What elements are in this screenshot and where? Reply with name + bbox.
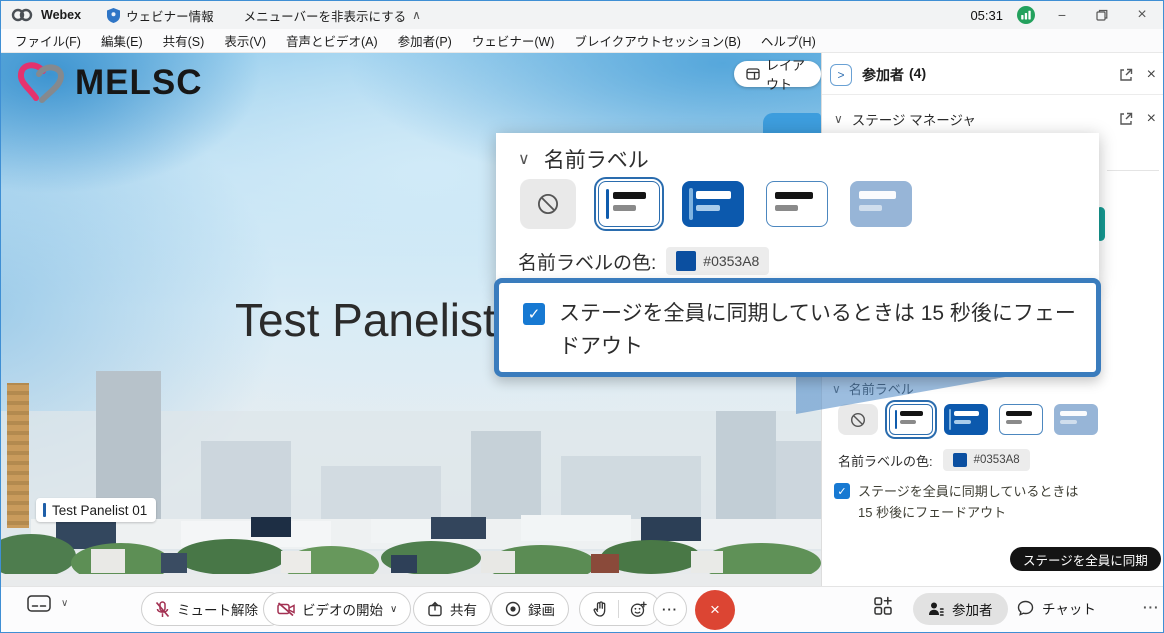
more-options-button[interactable]: ··· xyxy=(653,592,687,626)
melsc-logo: MELSC xyxy=(15,61,203,105)
popup-style-options xyxy=(520,179,912,229)
color-swatch-button[interactable]: #0353A8 xyxy=(666,247,769,275)
menu-item-breakout[interactable]: ブレイクアウトセッション(B) xyxy=(574,31,740,50)
control-toolbar: ∨ ミュート解除 ∨ ビデオの開始 ∨ 共有 録画 xyxy=(1,586,1164,633)
mic-muted-icon xyxy=(155,601,170,618)
name-label-color-label: 名前ラベルの色: xyxy=(518,248,656,275)
participants-icon xyxy=(928,601,944,617)
style-option-none[interactable] xyxy=(520,179,576,229)
color-swatch-button[interactable]: #0353A8 xyxy=(943,449,1030,471)
name-label-overlay: Test Panelist 01 xyxy=(36,498,156,522)
popout-icon[interactable] xyxy=(1119,68,1133,82)
divider xyxy=(618,600,619,618)
menu-item-help[interactable]: ヘルプ(H) xyxy=(761,31,816,50)
color-swatch xyxy=(676,251,696,271)
stage-manager-title: ステージ マネージャ xyxy=(852,109,976,129)
menu-item-share[interactable]: 共有(S) xyxy=(163,31,205,50)
stage-manager-header: ∨ ステージ マネージャ × xyxy=(822,105,1164,133)
sidebar-divider xyxy=(1107,170,1159,171)
color-value: #0353A8 xyxy=(974,454,1020,466)
chevron-down-icon: ∨ xyxy=(518,149,530,169)
close-window-button[interactable]: × xyxy=(1129,4,1155,26)
share-button[interactable]: 共有 xyxy=(413,592,491,626)
style-option-outline[interactable] xyxy=(766,181,828,227)
sync-fade-callout: ✓ ステージを全員に同期しているときは 15 秒後にフェードアウト xyxy=(494,278,1101,377)
webex-window: Webex ウェビナー情報 メニューバーを非表示にする ∧ 05:31 − × xyxy=(0,0,1164,633)
title-bar: Webex ウェビナー情報 メニューバーを非表示にする ∧ 05:31 − × xyxy=(1,1,1164,29)
name-label-color-row: 名前ラベルの色: #0353A8 xyxy=(838,449,1030,471)
chat-bubble-icon xyxy=(1017,600,1034,616)
chevron-down-icon[interactable]: ∨ xyxy=(61,598,68,609)
menu-item-participants[interactable]: 参加者(P) xyxy=(398,31,452,50)
color-value: #0353A8 xyxy=(703,253,759,269)
checkbox-checked-icon[interactable]: ✓ xyxy=(523,303,545,325)
reactions-smiley-icon[interactable] xyxy=(630,601,647,618)
callout-pointer xyxy=(796,376,1011,414)
leave-meeting-button[interactable]: × xyxy=(695,590,735,630)
hide-menubar-toggle[interactable]: メニューバーを非表示にする ∧ xyxy=(244,6,421,25)
chevron-right-icon: > xyxy=(837,68,844,82)
name-label-accent-bar xyxy=(43,503,46,517)
close-participants-icon[interactable]: × xyxy=(1147,67,1156,83)
record-button[interactable]: 録画 xyxy=(491,592,569,626)
participants-panel-header: > 参加者 (4) × xyxy=(822,59,1164,91)
menu-item-audio-video[interactable]: 音声とビデオ(A) xyxy=(286,31,378,50)
sync-fade-checkbox-label[interactable]: ステージを全員に同期しているときは 15 秒後にフェードアウト xyxy=(858,481,1094,523)
captions-button[interactable]: ∨ xyxy=(27,595,68,612)
checkbox-checked-icon[interactable]: ✓ xyxy=(834,483,850,499)
style-option-translucent[interactable] xyxy=(1054,404,1098,435)
popup-name-label-header[interactable]: ∨ 名前ラベル xyxy=(518,144,649,174)
participants-count: (4) xyxy=(909,65,926,85)
participants-expand-button[interactable]: > xyxy=(830,64,852,86)
name-label-color-label: 名前ラベルの色: xyxy=(838,451,933,470)
chevron-down-icon[interactable]: ∨ xyxy=(834,112,843,126)
participants-panel-title: 参加者 xyxy=(862,65,904,85)
sync-fade-checkbox-row[interactable]: ✓ ステージを全員に同期しているときは 15 秒後にフェードアウト xyxy=(834,481,1094,523)
chat-toggle-button[interactable]: チャット xyxy=(1017,598,1096,618)
close-icon: × xyxy=(710,600,720,620)
sidebar-divider xyxy=(822,94,1164,95)
video-thumbnail-partial xyxy=(763,113,821,135)
menu-item-webinar[interactable]: ウェビナー(W) xyxy=(472,31,555,50)
style-option-light-selected[interactable] xyxy=(598,181,660,227)
menu-item-edit[interactable]: 編集(E) xyxy=(101,31,143,50)
start-video-button[interactable]: ビデオの開始 ∨ xyxy=(263,592,411,626)
participants-toggle-button[interactable]: 参加者 xyxy=(913,593,1008,625)
apps-button[interactable] xyxy=(873,596,893,616)
cityscape-background xyxy=(1,371,821,586)
minimize-button[interactable]: − xyxy=(1049,4,1075,26)
style-option-blue[interactable] xyxy=(682,181,744,227)
meeting-timer: 05:31 xyxy=(970,8,1003,23)
record-icon xyxy=(505,601,521,617)
reactions-group xyxy=(579,592,661,626)
raise-hand-icon[interactable] xyxy=(593,601,607,617)
maximize-button[interactable] xyxy=(1089,4,1115,26)
style-option-translucent[interactable] xyxy=(850,181,912,227)
shield-icon xyxy=(107,8,120,23)
melsc-heart-icon xyxy=(15,61,67,105)
toolbar-more-button[interactable]: ··· xyxy=(1143,600,1160,615)
menu-item-file[interactable]: ファイル(F) xyxy=(15,31,81,50)
camera-off-icon xyxy=(277,602,295,616)
melsc-logo-text: MELSC xyxy=(75,63,203,103)
connection-quality-icon[interactable] xyxy=(1017,6,1035,24)
app-title: Webex xyxy=(41,8,81,22)
share-screen-icon xyxy=(427,601,443,617)
layout-button[interactable]: レイアウト xyxy=(734,61,821,87)
webex-logo-icon xyxy=(11,8,33,22)
webinar-info-button[interactable]: ウェビナー情報 xyxy=(107,6,214,25)
menu-bar: ファイル(F) 編集(E) 共有(S) 表示(V) 音声とビデオ(A) 参加者(… xyxy=(1,29,1164,53)
chevron-up-icon: ∧ xyxy=(412,8,421,22)
color-swatch xyxy=(953,453,967,467)
sync-fade-callout-label[interactable]: ステージを全員に同期しているときは 15 秒後にフェードアウト xyxy=(559,297,1078,363)
sync-stage-button[interactable]: ステージを全員に同期 xyxy=(1010,547,1161,571)
menu-item-view[interactable]: 表示(V) xyxy=(224,31,266,50)
popout-icon[interactable] xyxy=(1119,112,1133,126)
closed-captions-icon xyxy=(27,595,51,612)
popup-color-row: 名前ラベルの色: #0353A8 xyxy=(518,247,769,275)
chevron-down-icon[interactable]: ∨ xyxy=(390,604,397,615)
layout-icon xyxy=(746,68,760,80)
name-label-popup: ∨ 名前ラベル 名前ラベルの色: #0353A8 xyxy=(496,133,1099,283)
close-stage-manager-icon[interactable]: × xyxy=(1147,111,1156,127)
